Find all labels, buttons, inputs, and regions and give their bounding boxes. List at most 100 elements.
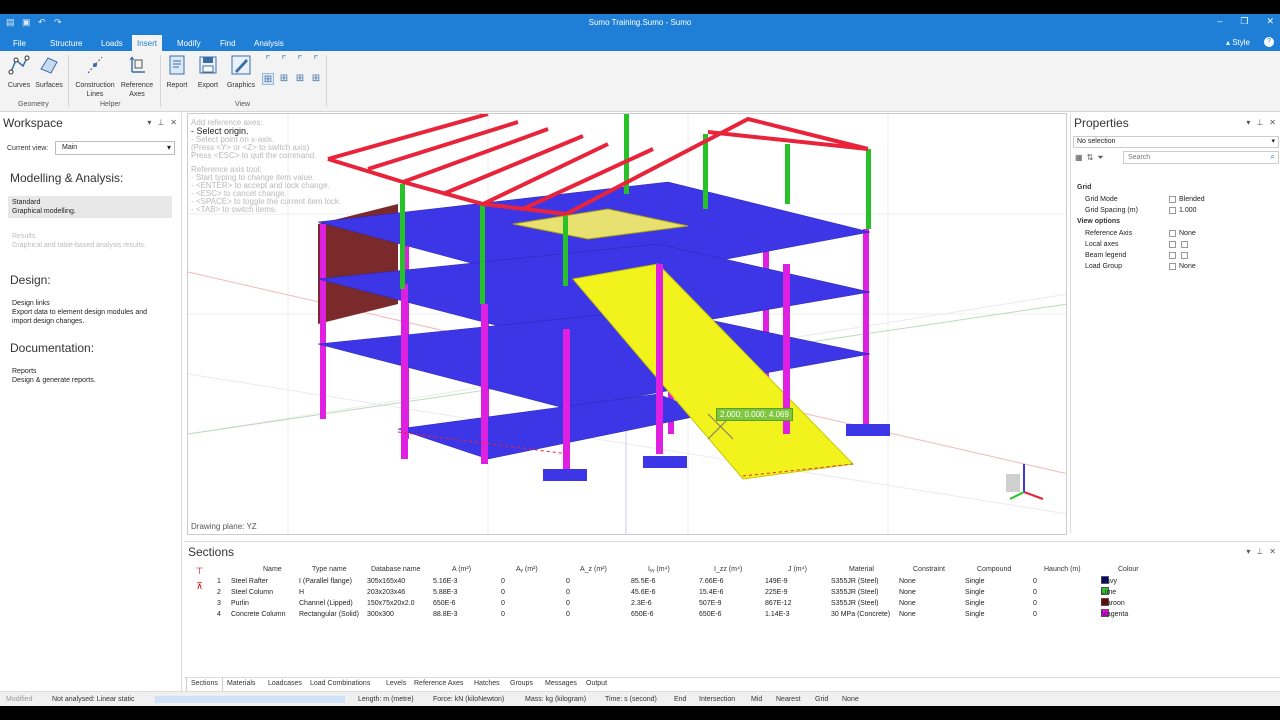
tab-output[interactable]: Output (586, 680, 607, 687)
tab-structure[interactable]: Structure (45, 37, 87, 50)
property-checkbox[interactable] (1169, 207, 1176, 214)
cell-constraint[interactable]: None (899, 587, 916, 598)
cell-compound[interactable]: Single (965, 598, 984, 609)
close-icon[interactable]: ✕ (1269, 547, 1276, 556)
mass-units[interactable]: Mass: kg (kilogram) (525, 696, 586, 703)
cell-database[interactable]: 203x203x46 (367, 587, 405, 598)
style-menu[interactable]: ▴ Style (1226, 38, 1250, 47)
table-row[interactable]: 3 Purlin Channel (Lipped) 150x75x20x2.0 … (211, 598, 1277, 609)
cell-ay[interactable]: 0 (501, 598, 505, 609)
cell-izz[interactable]: 15.4E-6 (699, 587, 724, 598)
cell-compound[interactable]: Single (965, 587, 984, 598)
cell-haunch[interactable]: 0 (1033, 609, 1037, 620)
close-icon[interactable]: ✕ (170, 118, 177, 127)
column-header[interactable]: Type name (312, 564, 347, 575)
property-value[interactable]: None (1179, 228, 1196, 239)
snap-grid[interactable]: Grid (815, 696, 828, 703)
cell-j[interactable]: 1.14E-3 (765, 609, 790, 620)
property-category-view-options[interactable]: View options (1075, 216, 1279, 227)
snap-nearest[interactable]: Nearest (776, 696, 801, 703)
property-value[interactable]: None (1179, 261, 1196, 272)
panel-menu-icon[interactable]: ▾ (147, 118, 151, 127)
column-header[interactable]: Database name (371, 564, 420, 575)
tab-find[interactable]: Find (215, 37, 241, 50)
cell-a[interactable]: 5.88E-3 (433, 587, 458, 598)
cell-constraint[interactable]: None (899, 576, 916, 587)
column-header[interactable]: A_z (m²) (580, 564, 607, 575)
view-pan-icon[interactable]: ⊞ (278, 73, 290, 85)
property-checkbox[interactable] (1169, 196, 1176, 203)
property-grid-spacing[interactable]: Grid Spacing (m) 1.000 (1075, 205, 1279, 216)
column-header[interactable]: A (m²) (452, 564, 471, 575)
column-header[interactable]: Constraint (913, 564, 945, 575)
cell-izz[interactable]: 7.66E-6 (699, 576, 724, 587)
restore-button[interactable]: ❐ (1240, 16, 1248, 27)
property-reference-axis[interactable]: Reference Axis None (1075, 228, 1279, 239)
cell-j[interactable]: 149E-9 (765, 576, 788, 587)
view-top-icon[interactable]: ⌜ (262, 55, 274, 67)
view-iso-icon[interactable]: ⌜ (310, 55, 322, 67)
reference-axes-button[interactable]: Reference Axes (118, 54, 156, 99)
results-mode-item[interactable]: Results Graphical and table-based analys… (8, 230, 172, 252)
export-button[interactable]: Export (194, 54, 222, 90)
cell-az[interactable]: 0 (566, 598, 570, 609)
property-category-grid[interactable]: Grid (1075, 182, 1279, 193)
cell-type[interactable]: Channel (Lipped) (299, 598, 353, 609)
pin-icon[interactable]: ⊥ (1256, 118, 1263, 127)
tab-loadcases[interactable]: Loadcases (268, 680, 302, 687)
property-value[interactable]: Blended (1179, 194, 1205, 205)
sort-icon[interactable]: ⇅ (1087, 153, 1094, 163)
cell-ay[interactable]: 0 (501, 576, 505, 587)
minimize-button[interactable]: – (1217, 16, 1222, 27)
cell-j[interactable]: 867E-12 (765, 598, 791, 609)
property-local-axes[interactable]: Local axes (1075, 239, 1279, 250)
cell-haunch[interactable]: 0 (1033, 576, 1037, 587)
cell-izz[interactable]: 650E-6 (699, 609, 722, 620)
view-side-icon[interactable]: ⌜ (294, 55, 306, 67)
column-header[interactable]: I_zz (m⁴) (714, 564, 742, 575)
cell-name[interactable]: Steel Rafter (231, 576, 268, 587)
column-header[interactable]: Compound (977, 564, 1011, 575)
cell-type[interactable]: Rectangular (Solid) (299, 609, 359, 620)
reports-item[interactable]: Reports Design & generate reports. (8, 365, 172, 387)
property-beam-legend[interactable]: Beam legend (1075, 250, 1279, 261)
snap-end[interactable]: End (674, 696, 686, 703)
snap-intersection[interactable]: Intersection (699, 696, 735, 703)
cell-compound[interactable]: Single (965, 609, 984, 620)
tab-materials[interactable]: Materials (227, 680, 255, 687)
view-front-icon[interactable]: ⌜ (278, 55, 290, 67)
add-section-icon[interactable]: ⊤ (194, 566, 205, 577)
selection-dropdown[interactable]: No selection ▾ (1073, 136, 1279, 148)
close-button[interactable]: ✕ (1266, 16, 1274, 27)
cell-material[interactable]: 30 MPa (Concrete) (831, 609, 890, 620)
section-library-icon[interactable]: ⊼ (194, 581, 205, 592)
cell-database[interactable]: 150x75x20x2.0 (367, 598, 414, 609)
curves-button[interactable]: Curves (6, 54, 32, 90)
pin-icon[interactable]: ⊥ (157, 118, 164, 127)
construction-lines-button[interactable]: Construction Lines (72, 54, 118, 99)
beam-legend-checkbox[interactable] (1181, 252, 1188, 259)
cell-a[interactable]: 5.16E-3 (433, 576, 458, 587)
cell-compound[interactable]: Single (965, 576, 984, 587)
help-icon[interactable]: ? (1264, 37, 1274, 47)
cell-izz[interactable]: 507E-9 (699, 598, 722, 609)
column-header[interactable]: Material (849, 564, 874, 575)
pin-icon[interactable]: ⊥ (1256, 547, 1263, 556)
snap-mid[interactable]: Mid (751, 696, 762, 703)
table-row[interactable]: 2 Steel Column H 203x203x46 5.88E-3 0 0 … (211, 587, 1277, 598)
column-header[interactable]: Name (263, 564, 282, 575)
categorized-icon[interactable]: ▦ (1075, 153, 1083, 163)
length-units[interactable]: Length: m (metre) (358, 696, 414, 703)
cell-iyy[interactable]: 45.6E-6 (631, 587, 656, 598)
column-header[interactable]: Colour (1118, 564, 1139, 575)
cell-database[interactable]: 305x165x40 (367, 576, 405, 587)
cell-material[interactable]: S355JR (Steel) (831, 587, 878, 598)
current-view-select[interactable]: Main ▾ (55, 141, 175, 155)
property-checkbox[interactable] (1169, 230, 1176, 237)
tab-hatches[interactable]: Hatches (474, 680, 500, 687)
structure-3d-model[interactable] (188, 114, 1067, 535)
tab-groups[interactable]: Groups (510, 680, 533, 687)
table-row[interactable]: 1 Steel Rafter I (Parallel flange) 305x1… (211, 576, 1277, 587)
cell-material[interactable]: S355JR (Steel) (831, 598, 878, 609)
panel-menu-icon[interactable]: ▾ (1246, 118, 1250, 127)
